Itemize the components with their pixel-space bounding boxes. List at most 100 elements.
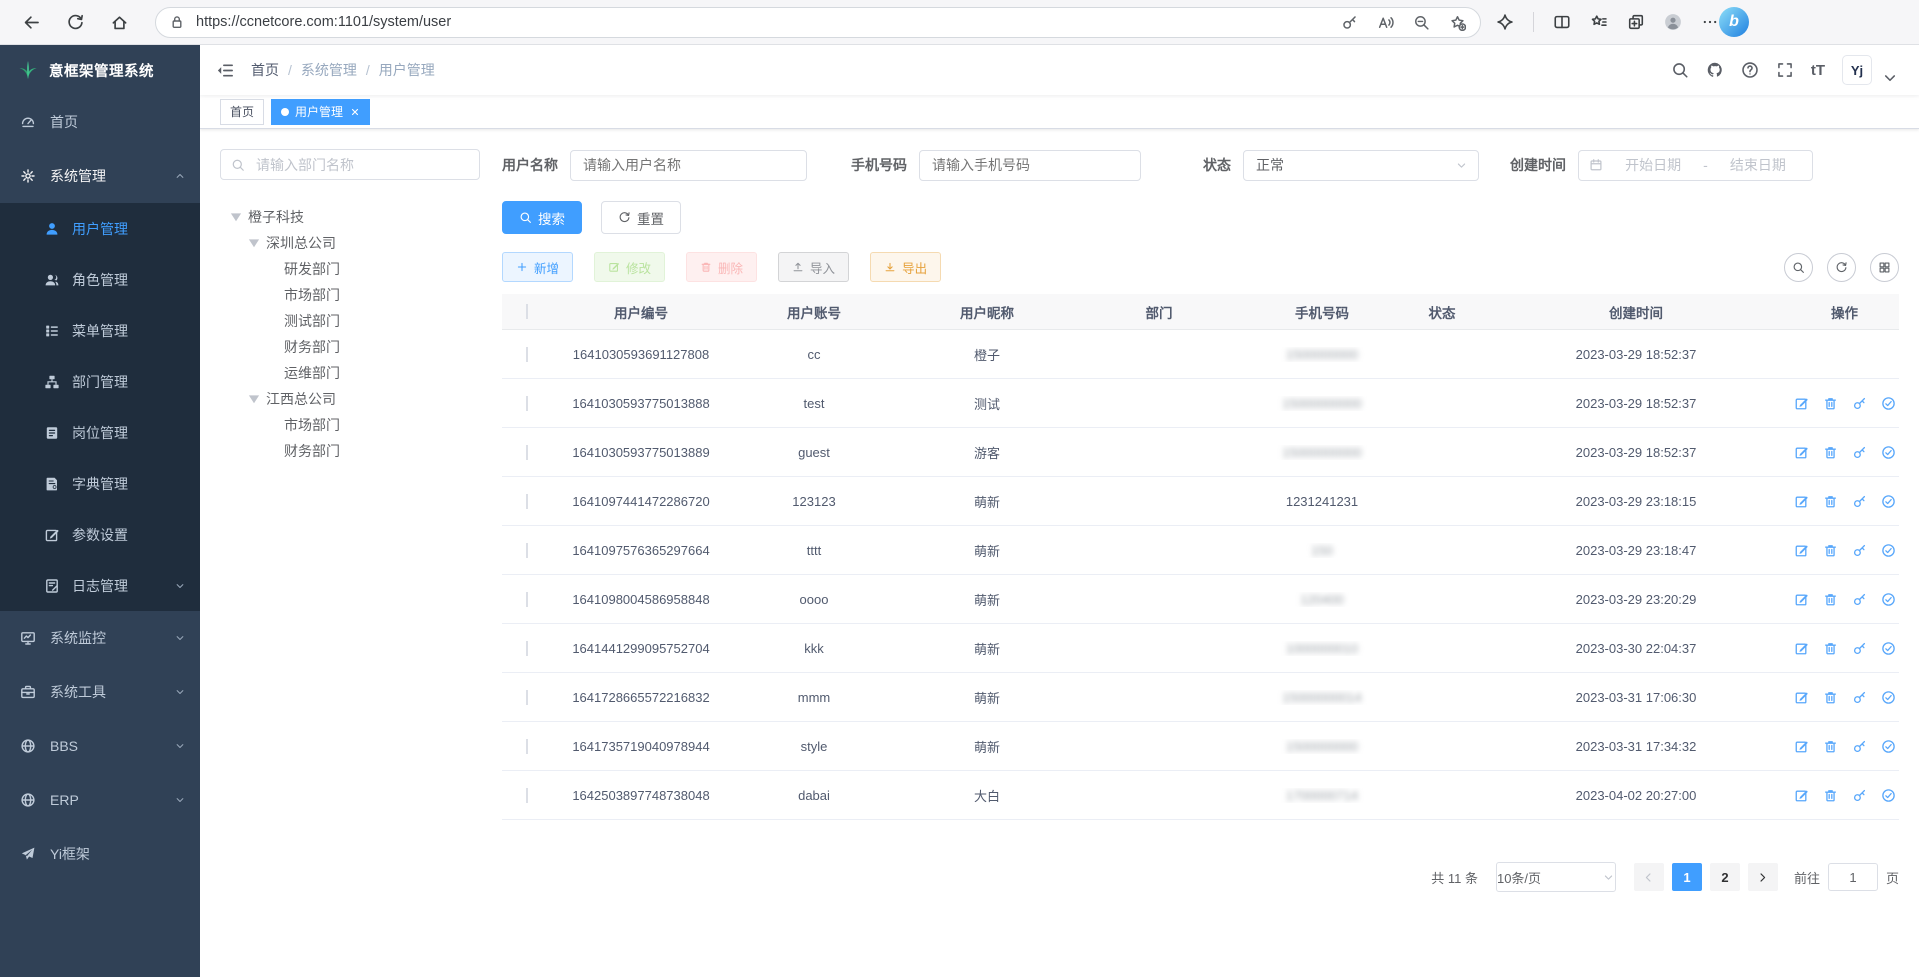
sidebar-item-user[interactable]: 用户管理: [0, 203, 200, 254]
sidebar-item-config[interactable]: 参数设置: [0, 509, 200, 560]
copilot-icon[interactable]: b: [1719, 7, 1749, 37]
tree-node[interactable]: 橙子科技: [220, 204, 480, 230]
row-trash-icon[interactable]: [1823, 641, 1838, 656]
table-tool-refresh-button[interactable]: [1827, 253, 1856, 282]
address-bar[interactable]: https://ccnetcore.com:1101/system/user: [155, 7, 1481, 38]
caret-down-icon[interactable]: [242, 231, 266, 255]
row-check-circle-icon[interactable]: [1881, 690, 1896, 705]
fullscreen-icon[interactable]: [1776, 61, 1794, 79]
row-key-icon[interactable]: [1852, 739, 1867, 754]
goto-page-input[interactable]: [1828, 863, 1878, 891]
add-favorite-icon[interactable]: [1449, 14, 1466, 31]
row-edit-sq-icon[interactable]: [1794, 690, 1809, 705]
profile-icon[interactable]: [1664, 13, 1682, 31]
row-trash-icon[interactable]: [1823, 690, 1838, 705]
page-button[interactable]: 2: [1710, 863, 1740, 891]
row-trash-icon[interactable]: [1823, 445, 1838, 460]
github-icon[interactable]: [1706, 61, 1724, 79]
sidebar-item-yi[interactable]: Yi框架: [0, 827, 200, 881]
tree-node[interactable]: 财务部门: [220, 334, 480, 360]
home-icon[interactable]: [110, 13, 129, 32]
prev-page-button[interactable]: [1634, 863, 1664, 891]
username-input[interactable]: [570, 150, 807, 181]
select-all-checkbox[interactable]: [526, 304, 528, 319]
phone-input[interactable]: [919, 150, 1141, 181]
row-check-circle-icon[interactable]: [1881, 788, 1896, 803]
tree-node[interactable]: 研发部门: [220, 256, 480, 282]
row-key-icon[interactable]: [1852, 494, 1867, 509]
browser-essentials-icon[interactable]: [1496, 13, 1514, 31]
row-edit-sq-icon[interactable]: [1794, 543, 1809, 558]
sidebar-item-log[interactable]: 日志管理: [0, 560, 200, 611]
tab-home[interactable]: 首页: [220, 99, 264, 125]
table-tool-search-button[interactable]: [1784, 253, 1813, 282]
plus-button[interactable]: 新增: [502, 252, 573, 282]
row-edit-sq-icon[interactable]: [1794, 494, 1809, 509]
row-checkbox[interactable]: [526, 543, 528, 558]
sidebar-item-bbs[interactable]: BBS: [0, 719, 200, 773]
breadcrumb-item[interactable]: 用户管理: [379, 60, 435, 80]
upload-button[interactable]: 导入: [778, 252, 849, 282]
row-checkbox[interactable]: [526, 347, 528, 362]
back-icon[interactable]: [22, 13, 41, 32]
row-check-circle-icon[interactable]: [1881, 739, 1896, 754]
sidebar-item-dept[interactable]: 部门管理: [0, 356, 200, 407]
question-icon[interactable]: [1741, 61, 1759, 79]
row-check-circle-icon[interactable]: [1881, 396, 1896, 411]
url-text[interactable]: https://ccnetcore.com:1101/system/user: [196, 14, 1341, 30]
favorites-hub-icon[interactable]: [1590, 13, 1608, 31]
row-edit-sq-icon[interactable]: [1794, 445, 1809, 460]
row-checkbox[interactable]: [526, 690, 528, 705]
row-key-icon[interactable]: [1852, 690, 1867, 705]
row-check-circle-icon[interactable]: [1881, 592, 1896, 607]
page-button[interactable]: 1: [1672, 863, 1702, 891]
sidebar-item-dict[interactable]: 字典管理: [0, 458, 200, 509]
dept-name-field[interactable]: [254, 156, 469, 174]
row-checkbox[interactable]: [526, 788, 528, 803]
row-checkbox[interactable]: [526, 592, 528, 607]
row-key-icon[interactable]: [1852, 445, 1867, 460]
row-edit-sq-icon[interactable]: [1794, 788, 1809, 803]
created-date-range[interactable]: 开始日期 - 结束日期: [1578, 150, 1813, 181]
row-key-icon[interactable]: [1852, 592, 1867, 607]
row-key-icon[interactable]: [1852, 543, 1867, 558]
search-button[interactable]: 搜索: [502, 201, 582, 234]
close-icon[interactable]: [350, 107, 360, 117]
sidebar-item-home[interactable]: 首页: [0, 95, 200, 149]
tree-node[interactable]: 市场部门: [220, 412, 480, 438]
row-checkbox[interactable]: [526, 739, 528, 754]
tab-user-management[interactable]: 用户管理: [271, 99, 370, 125]
row-checkbox[interactable]: [526, 445, 528, 460]
page-size-select[interactable]: 10条/页: [1496, 862, 1616, 892]
tree-node[interactable]: 财务部门: [220, 438, 480, 464]
row-check-circle-icon[interactable]: [1881, 445, 1896, 460]
avatar[interactable]: Yj: [1842, 55, 1872, 85]
breadcrumb-item[interactable]: 系统管理: [301, 60, 357, 80]
more-icon[interactable]: [1701, 13, 1719, 31]
tree-node[interactable]: 江西总公司: [220, 386, 480, 412]
row-checkbox[interactable]: [526, 641, 528, 656]
zoom-out-icon[interactable]: [1413, 14, 1430, 31]
hamburger-fold-icon[interactable]: [200, 61, 251, 80]
collections-icon[interactable]: [1627, 13, 1645, 31]
sidebar-item-tool[interactable]: 系统工具: [0, 665, 200, 719]
reset-button[interactable]: 重置: [601, 201, 681, 234]
sidebar-item-menu[interactable]: 菜单管理: [0, 305, 200, 356]
row-trash-icon[interactable]: [1823, 788, 1838, 803]
sidebar-item-role[interactable]: 角色管理: [0, 254, 200, 305]
status-select[interactable]: 正常: [1243, 150, 1479, 181]
caret-down-icon[interactable]: [242, 387, 266, 411]
chevron-down-icon[interactable]: [1881, 69, 1899, 87]
tree-node[interactable]: 运维部门: [220, 360, 480, 386]
row-checkbox[interactable]: [526, 494, 528, 509]
search-icon[interactable]: [1671, 61, 1689, 79]
row-key-icon[interactable]: [1852, 641, 1867, 656]
row-trash-icon[interactable]: [1823, 396, 1838, 411]
row-check-circle-icon[interactable]: [1881, 494, 1896, 509]
row-trash-icon[interactable]: [1823, 494, 1838, 509]
text-size-icon[interactable]: tT: [1811, 62, 1825, 79]
split-screen-icon[interactable]: [1553, 13, 1571, 31]
trash-button[interactable]: 删除: [686, 252, 757, 282]
row-key-icon[interactable]: [1852, 396, 1867, 411]
row-key-icon[interactable]: [1852, 788, 1867, 803]
